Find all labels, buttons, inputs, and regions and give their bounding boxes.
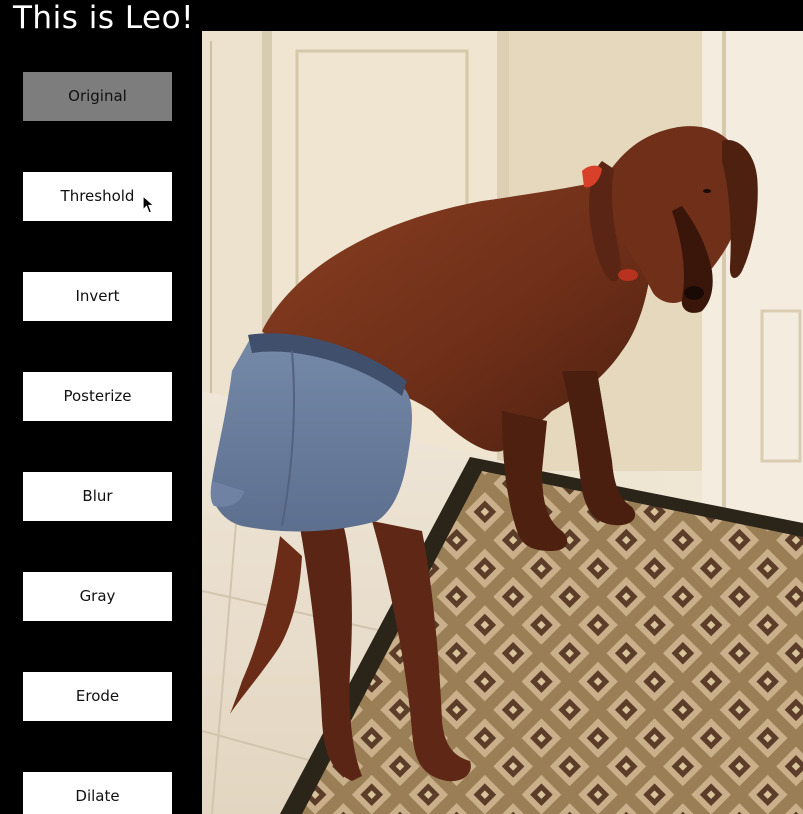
mouse-pointer-icon xyxy=(142,195,156,214)
app-window: This is Leo! Original Threshold Invert P… xyxy=(0,0,803,814)
erode-button[interactable]: Erode xyxy=(23,672,172,721)
blur-button[interactable]: Blur xyxy=(23,472,172,521)
dog-photo xyxy=(202,31,803,814)
gray-button[interactable]: Gray xyxy=(23,572,172,621)
image-canvas xyxy=(202,31,803,814)
invert-button[interactable]: Invert xyxy=(23,272,172,321)
posterize-button[interactable]: Posterize xyxy=(23,372,172,421)
dilate-button[interactable]: Dilate xyxy=(23,772,172,814)
filter-button-list: Original Threshold Invert Posterize Blur… xyxy=(0,0,202,814)
original-button[interactable]: Original xyxy=(23,72,172,121)
